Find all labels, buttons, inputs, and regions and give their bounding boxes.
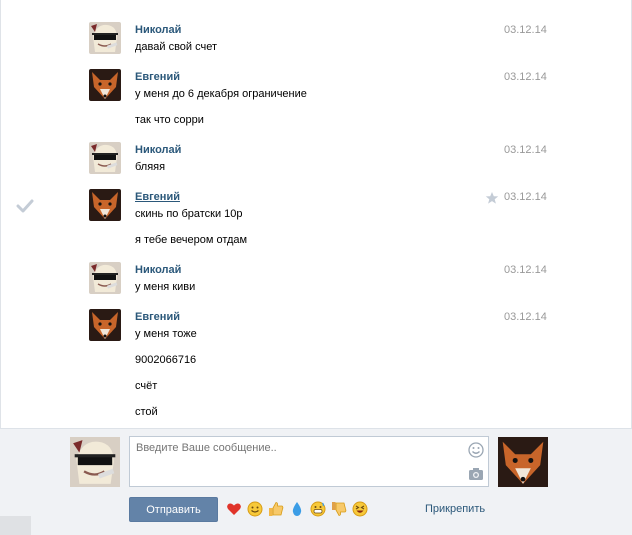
avatar-nikolai[interactable] [89, 142, 121, 174]
avatar-evgeny-image [89, 189, 121, 221]
emoji-bar [225, 500, 369, 518]
partner-avatar-image [498, 437, 548, 487]
message-text: 9002066716 [135, 354, 197, 366]
message-text: бляяя [135, 161, 166, 173]
message-author[interactable]: Николай [135, 24, 181, 36]
message-text: скинь по братски 10р [135, 208, 243, 220]
message-text: счёт [135, 380, 158, 392]
drop-icon[interactable] [288, 500, 306, 518]
message-author[interactable]: Евгений [135, 191, 180, 203]
star-icon[interactable] [485, 191, 499, 205]
message-history[interactable]: Николай 03.12.14 давай свой счет Евгений… [0, 0, 632, 428]
my-avatar-image [70, 437, 120, 487]
smile-icon[interactable] [468, 442, 484, 458]
message-date: 03.12.14 [504, 191, 547, 203]
message-date: 03.12.14 [504, 71, 547, 83]
camera-icon[interactable] [468, 467, 484, 481]
message-text: я тебе вечером отдам [135, 234, 248, 246]
message-text: у меня до 6 декабря ограничение [135, 88, 307, 100]
message-author[interactable]: Евгений [135, 311, 180, 323]
message-date: 03.12.14 [504, 144, 547, 156]
avatar-evgeny-image [89, 309, 121, 341]
thumbs-up-icon[interactable] [267, 500, 285, 518]
avatar-nikolai-image [89, 142, 121, 174]
message-text: у меня киви [135, 281, 196, 293]
partner-avatar[interactable] [498, 437, 548, 487]
avatar-evgeny[interactable] [89, 69, 121, 101]
laugh-icon[interactable] [351, 500, 369, 518]
message-author[interactable]: Николай [135, 264, 181, 276]
heart-icon[interactable] [225, 500, 243, 518]
scroll-corner [0, 516, 31, 535]
send-button[interactable]: Отправить [129, 497, 218, 522]
smile-emoji-icon[interactable] [246, 500, 264, 518]
thumbs-down-icon[interactable] [330, 500, 348, 518]
message-author[interactable]: Николай [135, 144, 181, 156]
message-composer: Отправить Прикрепить [0, 428, 632, 535]
my-avatar[interactable] [70, 437, 120, 487]
grin-sweat-icon[interactable] [309, 500, 327, 518]
select-check-icon[interactable] [16, 199, 34, 213]
message-date: 03.12.14 [504, 264, 547, 276]
message-date: 03.12.14 [504, 311, 547, 323]
avatar-nikolai[interactable] [89, 22, 121, 54]
avatar-evgeny[interactable] [89, 189, 121, 221]
avatar-nikolai-image [89, 22, 121, 54]
message-input[interactable] [129, 436, 489, 487]
message-author[interactable]: Евгений [135, 71, 180, 83]
avatar-nikolai-image [89, 262, 121, 294]
message-text: стой [135, 406, 158, 418]
message-text: давай свой счет [135, 41, 218, 53]
avatar-nikolai[interactable] [89, 262, 121, 294]
message-text: так что сорри [135, 114, 204, 126]
message-date: 03.12.14 [504, 24, 547, 36]
avatar-evgeny[interactable] [89, 309, 121, 341]
message-text: у меня тоже [135, 328, 197, 340]
avatar-evgeny-image [89, 69, 121, 101]
attach-link[interactable]: Прикрепить [425, 503, 485, 515]
